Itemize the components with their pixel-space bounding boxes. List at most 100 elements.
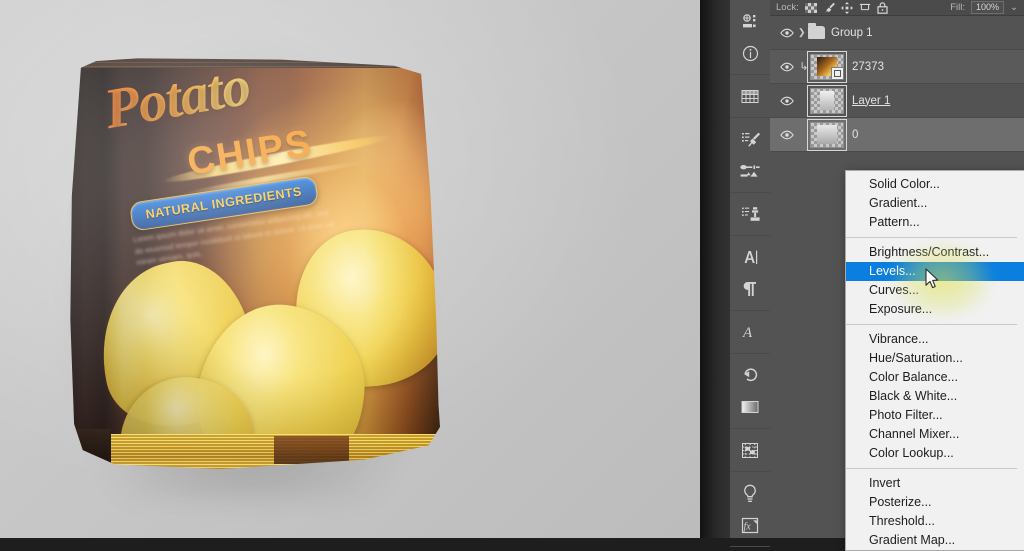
character-icon[interactable] [730, 241, 770, 273]
rail-group [730, 193, 770, 236]
potato-chips-bag-artwork[interactable]: Potato CHIPS NATURAL INGREDIENTS Lorem i… [70, 54, 440, 470]
fill-value-field[interactable]: 100% [971, 1, 1005, 14]
patterns-icon[interactable] [730, 434, 770, 466]
layer-thumbnail[interactable] [807, 50, 847, 83]
layer-name[interactable]: Group 1 [831, 27, 873, 39]
brand-word-chips: CHIPS [184, 122, 316, 184]
rail-group [730, 0, 770, 75]
lock-label: Lock: [776, 2, 799, 13]
menu-item-vibrance[interactable]: Vibrance... [846, 330, 1024, 349]
new-adjustment-layer-menu[interactable]: Solid Color... Gradient... Pattern... Br… [845, 170, 1024, 551]
adjustments-icon[interactable] [730, 5, 770, 37]
svg-text:fx: fx [744, 521, 752, 532]
bag-label-artwork: Potato CHIPS NATURAL INGREDIENTS Lorem i… [70, 54, 440, 469]
panel-dock-edge [700, 0, 730, 538]
clipping-mask-icon: ↳ [799, 61, 809, 73]
mouse-pointer [925, 268, 940, 291]
lock-image-pixels-icon[interactable] [823, 2, 835, 13]
layer-name[interactable]: 0 [852, 129, 858, 141]
bag-bottom-seal-dark-right [273, 435, 350, 465]
menu-item-photo-filter[interactable]: Photo Filter... [846, 406, 1024, 425]
gradients-icon[interactable] [730, 391, 770, 423]
layer-visibility-eye-icon[interactable] [776, 28, 798, 38]
document-canvas[interactable]: Potato CHIPS NATURAL INGREDIENTS Lorem i… [0, 0, 700, 538]
menu-separator [846, 237, 1017, 238]
menu-item-pattern[interactable]: Pattern... [846, 213, 1024, 232]
menu-separator [846, 324, 1017, 325]
chip-graphic [84, 248, 267, 438]
layer-thumbnail-image [817, 125, 837, 144]
bag-vignette [70, 58, 440, 470]
chevron-right-icon[interactable]: ❯ [798, 27, 808, 38]
layer-row-27373[interactable]: ↳ 27373 [770, 50, 1024, 84]
bag-base-gradient [70, 58, 440, 470]
layer-thumbnail[interactable] [807, 118, 847, 151]
rail-group [730, 236, 770, 311]
menu-item-posterize[interactable]: Posterize... [846, 493, 1024, 512]
smart-object-badge-icon [831, 66, 844, 80]
layer-row-0[interactable]: 0 [770, 118, 1024, 152]
rail-group [730, 75, 770, 118]
brand-swash-stroke-secondary [180, 158, 368, 197]
menu-item-brightness-contrast[interactable]: Brightness/Contrast... [846, 243, 1024, 262]
panel-icon-rail[interactable]: A fx [730, 0, 770, 547]
glyphs-icon[interactable]: A [730, 316, 770, 348]
bag-drop-shadow [58, 28, 438, 498]
paragraph-icon[interactable] [730, 273, 770, 305]
bag-top-seal [70, 58, 440, 68]
layer-name[interactable]: 27373 [852, 61, 884, 73]
svg-text:A: A [742, 325, 753, 341]
chip-graphic [289, 222, 440, 393]
history-icon[interactable] [730, 359, 770, 391]
menu-item-threshold[interactable]: Threshold... [846, 512, 1024, 531]
menu-item-hue-saturation[interactable]: Hue/Saturation... [846, 349, 1024, 368]
menu-item-color-lookup[interactable]: Color Lookup... [846, 444, 1024, 463]
bag-fold-highlights [70, 58, 440, 470]
lock-all-icon[interactable] [877, 1, 889, 14]
brush-icon[interactable] [730, 123, 770, 155]
layer-row-group-1[interactable]: ❯ Group 1 [770, 16, 1024, 50]
swatches-icon[interactable] [730, 80, 770, 112]
menu-item-black-and-white[interactable]: Black & White... [846, 387, 1024, 406]
layer-row-layer-1[interactable]: Layer 1 [770, 84, 1024, 118]
lock-artboard-nesting-icon[interactable] [859, 2, 871, 13]
rail-group: A [730, 311, 770, 354]
learn-icon[interactable] [730, 477, 770, 509]
rail-group [730, 429, 770, 472]
clone-source-icon[interactable] [730, 198, 770, 230]
rail-group [730, 118, 770, 193]
rail-group [730, 354, 770, 429]
menu-item-gradient-map[interactable]: Gradient Map... [846, 531, 1024, 550]
layer-visibility-eye-icon[interactable] [776, 96, 798, 106]
bag-bottom-seal [70, 433, 440, 470]
menu-item-gradient[interactable]: Gradient... [846, 194, 1024, 213]
lock-transparent-pixels-icon[interactable] [804, 2, 817, 13]
bag-body-copy: Lorem ipsum dolor sit amet, consectetur … [132, 207, 335, 268]
rail-group: fx [730, 472, 770, 547]
menu-item-color-balance[interactable]: Color Balance... [846, 368, 1024, 387]
bag-bottom-seal-dark-left [70, 428, 112, 470]
layers-lock-bar[interactable]: Lock: Fill: 100% ⌄ [770, 0, 1024, 16]
layer-thumbnail[interactable] [807, 84, 847, 117]
menu-separator [846, 468, 1017, 469]
layer-visibility-eye-icon[interactable] [776, 62, 798, 72]
layer-name[interactable]: Layer 1 [852, 95, 890, 107]
layer-thumbnail-image [819, 91, 835, 110]
layer-visibility-eye-icon[interactable] [776, 130, 798, 140]
menu-item-exposure[interactable]: Exposure... [846, 300, 1024, 319]
natural-ingredients-badge-label: NATURAL INGREDIENTS [144, 184, 303, 222]
styles-icon[interactable]: fx [730, 509, 770, 541]
lock-position-icon[interactable] [840, 1, 853, 14]
chevron-down-icon[interactable]: ⌄ [1010, 2, 1018, 13]
menu-item-solid-color[interactable]: Solid Color... [846, 175, 1024, 194]
info-icon[interactable] [730, 37, 770, 69]
folder-icon [808, 23, 825, 39]
brush-settings-icon[interactable] [730, 155, 770, 187]
natural-ingredients-badge: NATURAL INGREDIENTS [128, 175, 319, 232]
fill-label: Fill: [950, 2, 965, 13]
chip-graphic [188, 295, 375, 470]
brand-word-potato: Potato [99, 54, 254, 142]
menu-item-invert[interactable]: Invert [846, 474, 1024, 493]
menu-item-channel-mixer[interactable]: Channel Mixer... [846, 425, 1024, 444]
brand-swash-stroke [161, 131, 394, 188]
